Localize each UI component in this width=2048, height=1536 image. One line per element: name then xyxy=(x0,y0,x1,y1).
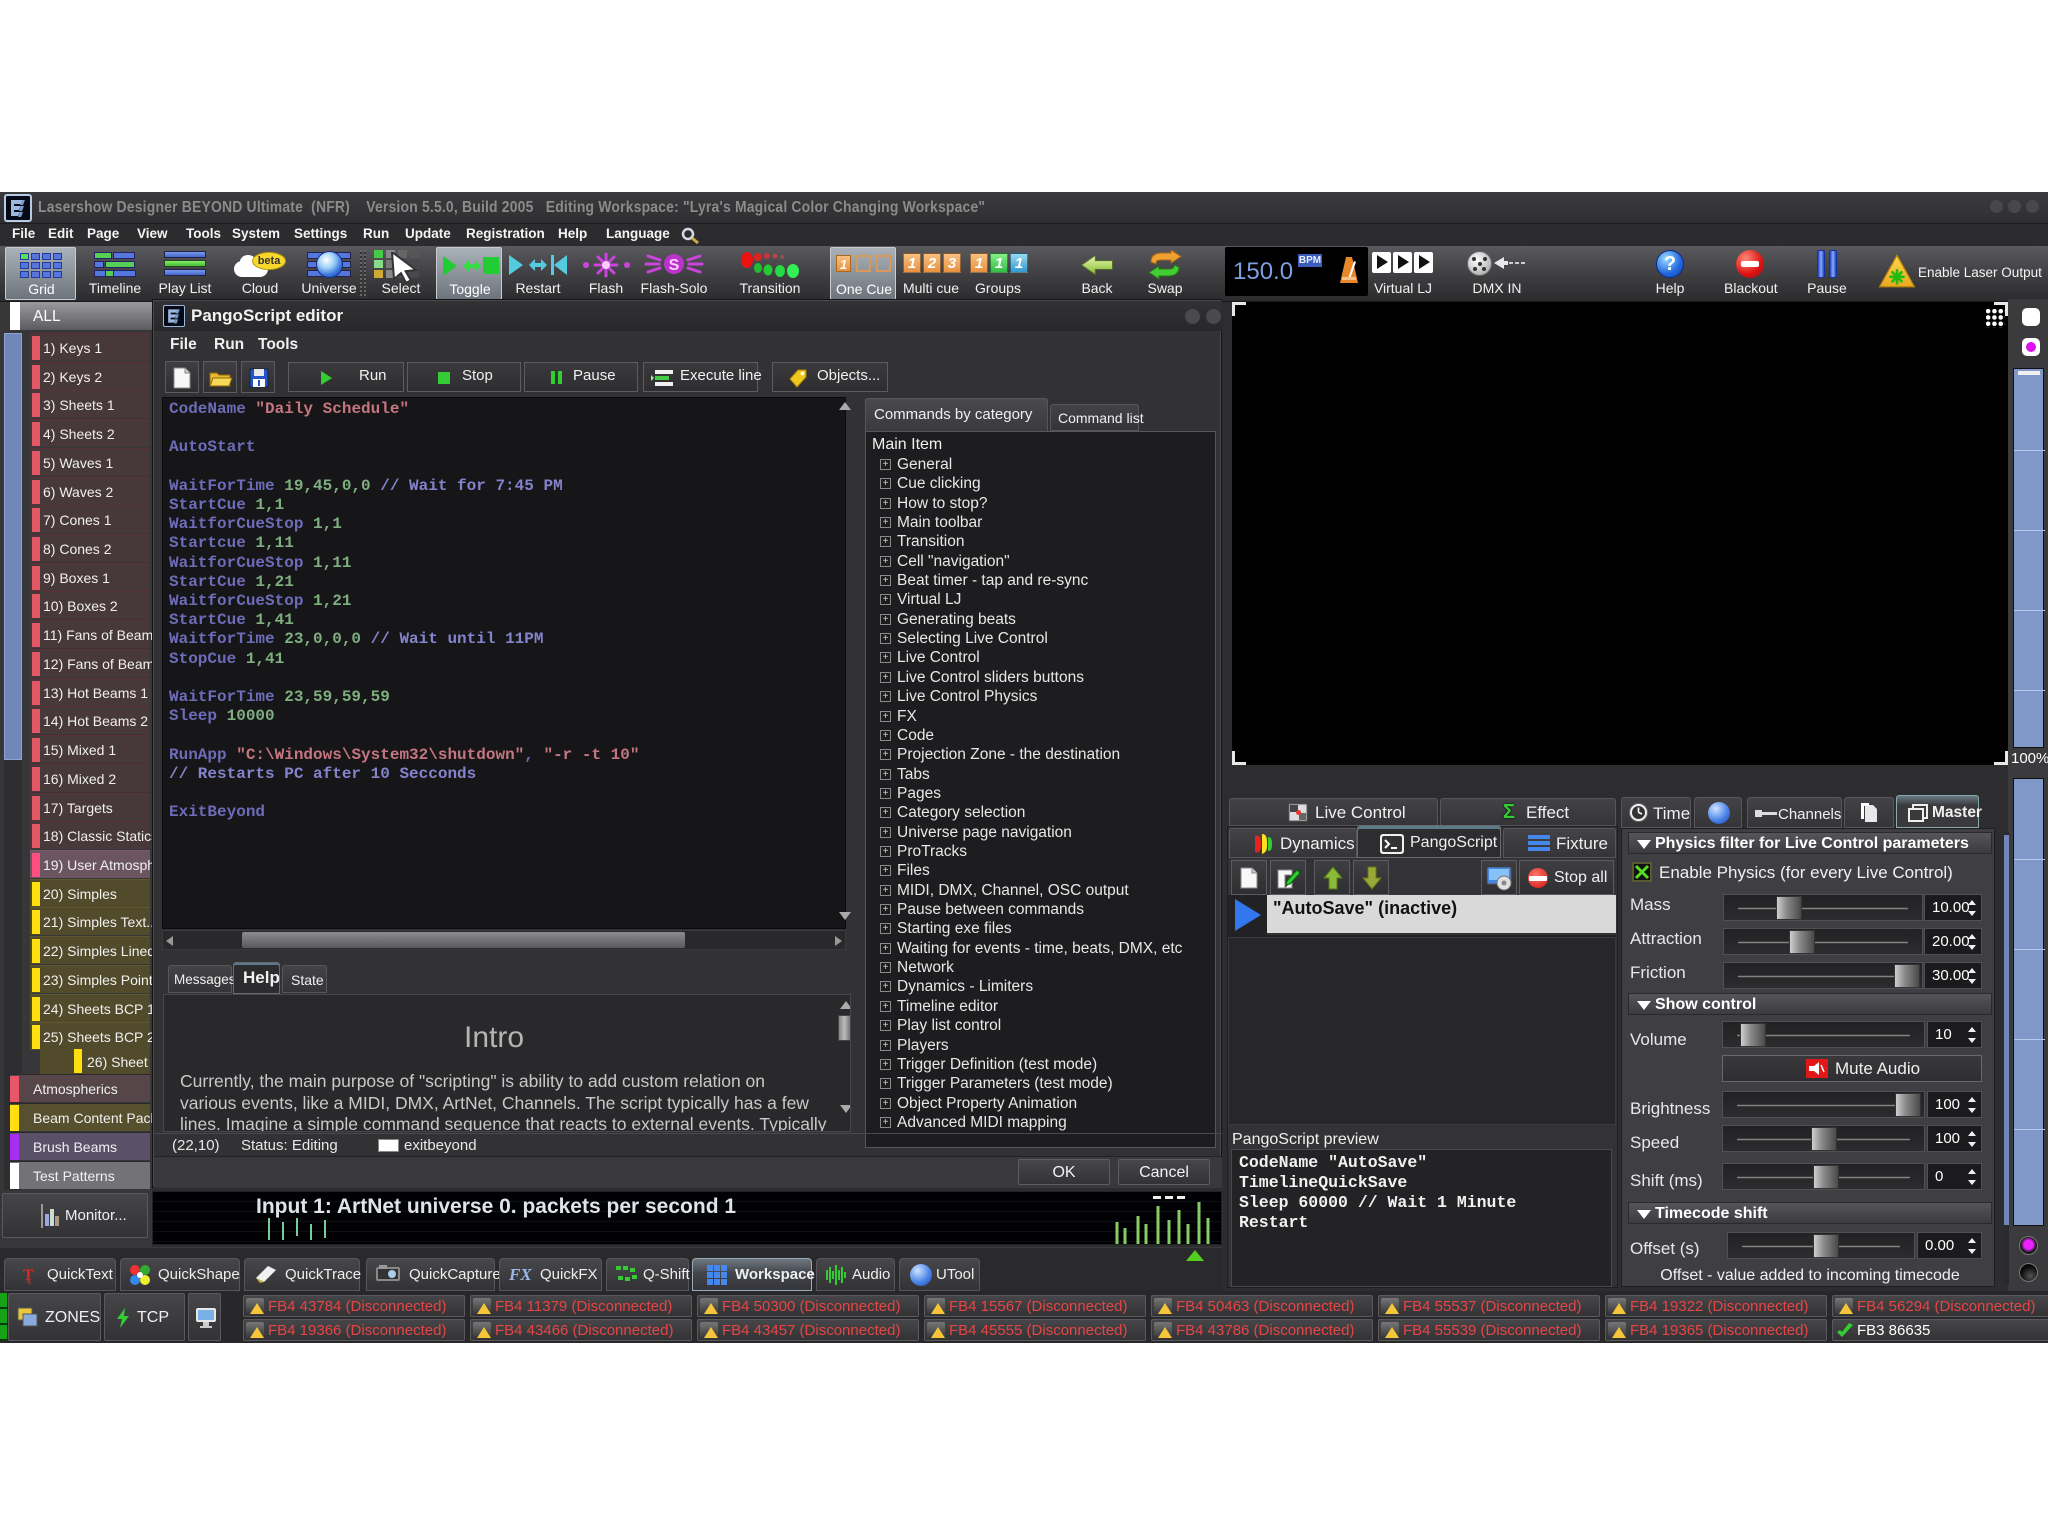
svg-text:S: S xyxy=(669,257,680,274)
svg-text:FX: FX xyxy=(509,1265,532,1284)
